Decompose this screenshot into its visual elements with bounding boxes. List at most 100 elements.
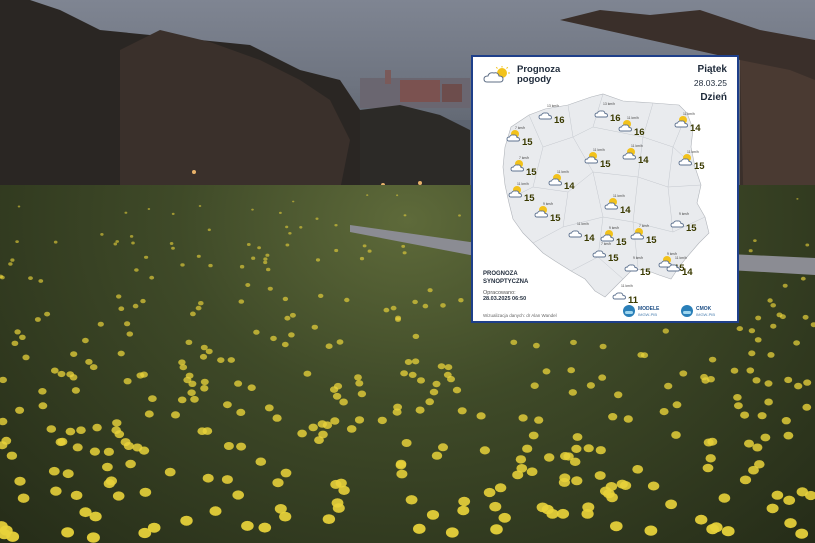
modele-logo-sub: IMGW-PIB: [638, 311, 658, 317]
daffodil: [124, 211, 128, 214]
daffodil: [113, 242, 118, 246]
daffodil: [281, 341, 289, 348]
daffodil: [251, 256, 256, 260]
prepared-time: 28.03.2025 06:50: [483, 296, 527, 302]
daffodil: [171, 411, 180, 419]
daffodil: [494, 483, 507, 493]
daffodil: [515, 455, 527, 464]
station-temp: 16: [610, 113, 621, 124]
station-wind: 9 km/h: [543, 202, 553, 206]
daffodil: [426, 510, 440, 520]
daffodil: [46, 425, 57, 433]
daffodil: [752, 443, 763, 452]
daffodil: [185, 339, 193, 345]
daffodil: [190, 395, 199, 403]
daffodil: [400, 370, 408, 377]
station-temp: 15: [686, 223, 697, 234]
station-wind: 11 km/h: [683, 112, 695, 116]
daffodil: [571, 444, 582, 453]
daffodil: [198, 205, 202, 207]
daffodil: [263, 260, 268, 265]
visualization-credit: Wizualizacja danych: dr Alan Wandel: [483, 313, 557, 318]
daffodil: [518, 414, 528, 422]
daffodil: [401, 244, 406, 248]
daffodil: [19, 334, 26, 340]
daffodil: [476, 412, 486, 420]
daffodil: [179, 364, 188, 371]
daffodil: [739, 475, 752, 485]
daffodil: [205, 348, 213, 355]
daffodil: [793, 340, 800, 346]
daffodil: [757, 412, 767, 420]
daffodil: [82, 337, 89, 344]
station-temp: 15: [600, 159, 611, 170]
daffodil: [510, 339, 518, 345]
station-wind: 11 km/h: [675, 256, 687, 260]
daffodil: [112, 419, 122, 427]
station-wind: 7 km/h: [639, 224, 649, 228]
daffodil: [781, 417, 791, 425]
daffodil: [57, 370, 66, 378]
daffodil: [764, 398, 773, 406]
station-wind: 11 km/h: [621, 284, 633, 288]
daffodil: [402, 251, 407, 255]
station-wind: 11 km/h: [613, 194, 625, 198]
daffodil: [200, 378, 209, 386]
daffodil: [355, 380, 364, 387]
daffodil: [444, 364, 453, 371]
daffodil: [753, 239, 757, 243]
daffodil: [297, 429, 307, 438]
daffodil: [322, 514, 336, 524]
daffodil: [272, 414, 282, 422]
daffodil: [359, 256, 365, 261]
daffodil: [752, 377, 761, 384]
daffodil: [404, 359, 413, 365]
daffodil: [396, 469, 408, 479]
daffodil: [50, 486, 62, 496]
daffodil: [202, 427, 213, 435]
station-temp: 15: [522, 137, 533, 148]
daffodil: [207, 228, 211, 232]
daffodil: [770, 303, 776, 308]
daffodil: [567, 367, 575, 374]
daffodil: [264, 404, 274, 412]
daffodil: [65, 427, 76, 436]
daffodil: [438, 443, 448, 452]
daffodil: [344, 297, 350, 303]
daffodil: [318, 293, 324, 298]
daffodil: [483, 487, 496, 498]
daffodil: [396, 194, 399, 197]
daffodil: [266, 267, 271, 272]
daffodil: [239, 264, 245, 269]
daffodil: [796, 487, 808, 497]
station-temp: 14: [682, 267, 693, 278]
daffodil: [66, 371, 75, 378]
daffodil: [221, 475, 233, 484]
daffodil: [257, 246, 261, 250]
cmok-logo-sub: IMGW-PIB: [696, 311, 716, 317]
daffodil: [764, 380, 773, 387]
station-wind: 11 km/h: [517, 182, 529, 186]
daffodil: [89, 447, 100, 456]
station-wind: 11 km/h: [631, 144, 643, 148]
daffodil: [199, 353, 208, 360]
daffodil: [51, 367, 59, 374]
daffodil: [754, 337, 762, 343]
station-temp: 15: [526, 167, 537, 178]
daffodil: [457, 505, 470, 516]
station-temp: 14: [638, 155, 649, 166]
daffodil: [89, 511, 102, 522]
daffodil: [0, 275, 5, 280]
daffodil: [325, 343, 333, 350]
daffodil: [285, 225, 289, 229]
daffodil: [126, 331, 134, 337]
forecast-title: Prognoza pogody: [517, 64, 561, 85]
daffodil: [594, 471, 606, 480]
daffodil: [748, 249, 753, 253]
daffodil: [544, 453, 555, 462]
daffodil: [245, 283, 251, 287]
daffodil: [795, 528, 809, 539]
daffodil: [800, 276, 806, 281]
station-temp: 16: [554, 115, 565, 126]
daffodil: [730, 367, 739, 374]
